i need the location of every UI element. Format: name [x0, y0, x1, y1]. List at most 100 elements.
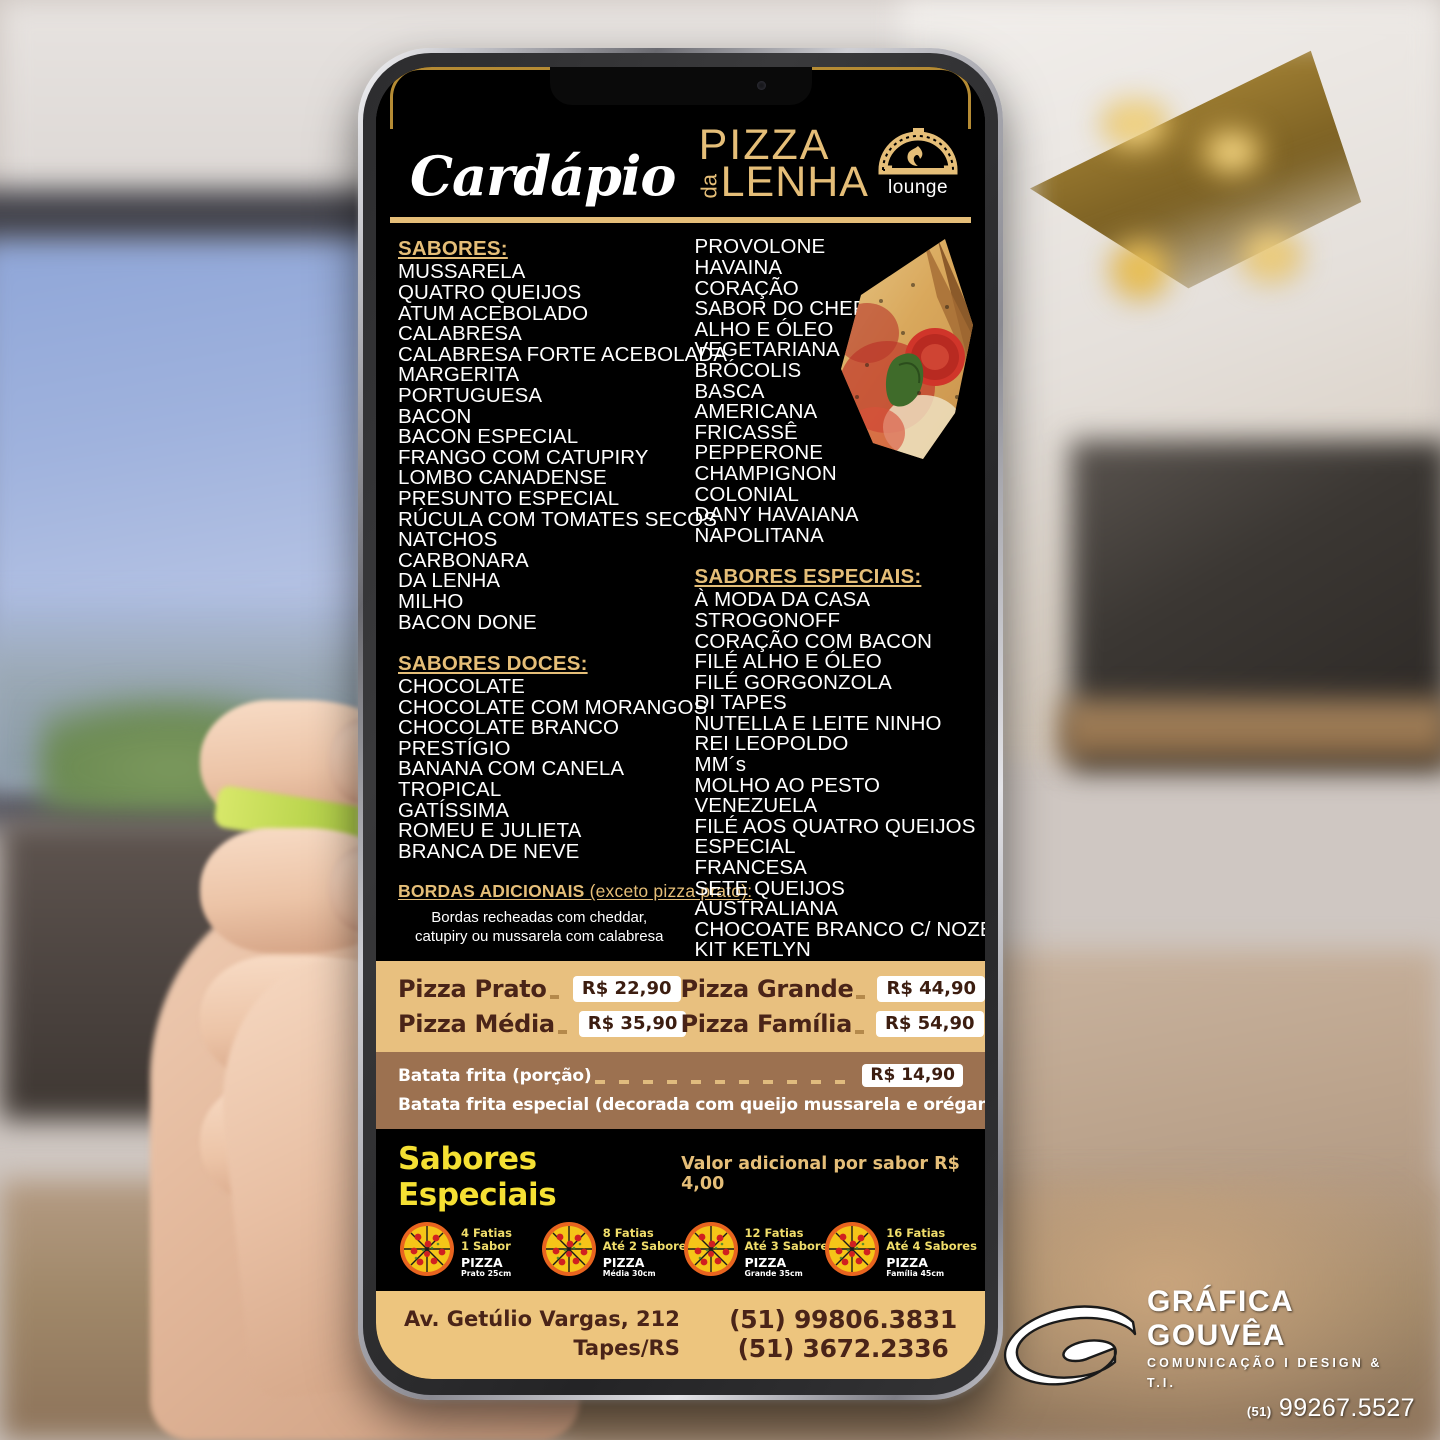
pizza-price-row: Pizza Prato R$ 22,90: [398, 971, 681, 1006]
brand-logo: PIZZA da LENHA lounge: [696, 123, 959, 203]
pizza-menu: Cardápio PIZZA da LENHA lounge SABORES: …: [376, 67, 985, 1379]
phone-2[interactable]: (51) 3672.2336: [738, 1334, 949, 1363]
special-flavor-item: FILÉ AOS QUATRO QUEIJOS: [694, 814, 976, 838]
pizza-size-slices: 16 Fatias: [886, 1226, 946, 1240]
flavor-list-right: PROVOLONE HAVAINA CORAÇÃO SABOR DO CHEFF ALH…: [695, 237, 964, 546]
address-line-2: Tapes/RS: [573, 1336, 680, 1360]
phone-screen[interactable]: Cardápio PIZZA da LENHA lounge SABORES: …: [376, 67, 985, 1379]
section-title-bordas: BORDAS ADICIONAIS (exceto pizza prato):: [398, 881, 752, 902]
special-flavor-item: KIT KETLYN: [694, 938, 811, 962]
pizza-size-list: 4 Fatias 1 Sabor PIZZA Prato 25cm 8 Fatias A…: [398, 1220, 977, 1283]
pizza-icon: [823, 1220, 881, 1283]
pizza-size-slices: 12 Fatias: [744, 1226, 804, 1240]
fries-price-name: Batata frita (porção): [398, 1065, 592, 1086]
specials-banner-head: Sabores Especiais Valor adicional por sa…: [398, 1141, 965, 1213]
pizza-size-label: PIZZA: [744, 1255, 787, 1271]
flavor-columns: SABORES: MUSSARELA QUATRO QUEIJOS ATUM ACE…: [376, 223, 985, 961]
pizza-size-dimension: Grande 35cm: [744, 1269, 803, 1279]
flavor-item: MARGERITA: [398, 363, 520, 387]
pizza-price-col-right: Pizza Grande R$ 44,90 Pizza Família R$ 54,9…: [681, 971, 985, 1041]
fries-price-row: Batata frita (porção) R$ 14,90: [398, 1061, 963, 1090]
flavor-item: HAVAINA: [694, 256, 783, 279]
pizza-price-band: Pizza Prato R$ 22,90 Pizza Média R$ 35,90 P…: [376, 961, 985, 1052]
address-line-1: Av. Getúlio Vargas, 212: [404, 1307, 680, 1331]
special-flavor-item: VENEZUELA: [694, 794, 818, 818]
pizza-icon: [682, 1220, 740, 1283]
gouvea-phone-prefix: (51): [1246, 1404, 1272, 1419]
flavor-item: PRESUNTO ESPECIAL: [398, 486, 620, 510]
logo-lounge-word: lounge: [887, 176, 949, 198]
pizza-size-text: 12 Fatias Até 3 Sabores PIZZA Grande 35cm: [745, 1220, 836, 1278]
flavor-item: QUATRO QUEIJOS: [398, 281, 582, 304]
footer-address: Av. Getúlio Vargas, 212 Tapes/RS: [404, 1305, 680, 1363]
flavor-item: CALABRESA: [398, 322, 522, 346]
flavor-item: ALHO E ÓLEO: [694, 317, 834, 341]
pizza-price-value: R$ 44,90: [877, 975, 985, 1002]
bordas-description: Bordas recheadas com cheddar, catupiry o…: [398, 903, 675, 946]
bordas-line1: Bordas recheadas com cheddar,: [431, 909, 648, 927]
flavor-item: PORTUGUESA: [398, 383, 543, 407]
flavor-list-left: MUSSARELA QUATRO QUEIJOS ATUM ACEBOLADO CAL…: [398, 260, 727, 633]
pizza-size-flavors: Até 4 Sabores: [886, 1238, 977, 1253]
fries-price-band: Batata frita (porção) R$ 14,90 Batata frit…: [376, 1052, 985, 1129]
logo-text: PIZZA da LENHA: [696, 123, 869, 203]
section-title-sabores-especiais: SABORES ESPECIAIS:: [694, 565, 922, 589]
sweet-flavor-item: PRESTÍGIO: [398, 736, 511, 760]
special-flavor-item: MOLHO AO PESTO: [694, 773, 881, 797]
pizza-size-text: 4 Fatias 1 Sabor PIZZA Prato 25cm: [461, 1220, 512, 1278]
phone-body: Cardápio PIZZA da LENHA lounge SABORES: …: [363, 53, 998, 1395]
flavor-item: BACON ESPECIAL: [398, 425, 579, 449]
gouvea-tagline: COMUNICAÇÃO I DESIGN & T.I.: [1147, 1356, 1383, 1390]
flavor-item: FRANGO COM CATUPIRY: [398, 445, 649, 469]
section-title-sabores-doces: SABORES DOCES:: [398, 652, 588, 676]
leader-dots: [856, 995, 871, 999]
special-flavor-item: MM´s: [694, 753, 747, 777]
special-flavor-item: NUTELLA E LEITE NINHO: [694, 711, 942, 735]
menu-footer: Av. Getúlio Vargas, 212 Tapes/RS (51) 99…: [376, 1291, 985, 1379]
fries-price-name: Batata frita especial (decorada com quei…: [398, 1094, 985, 1115]
page-title: Cardápio: [410, 143, 676, 208]
wood-oven-icon: lounge: [877, 127, 959, 201]
fries-price-row: Batata frita especial (decorada com quei…: [398, 1090, 985, 1119]
pizza-size-label: PIZZA: [602, 1255, 645, 1271]
flavor-item: BACON: [398, 404, 472, 428]
flavor-item: BRÓCOLIS: [694, 358, 802, 382]
pizza-size-item: 8 Fatias Até 2 Sabores PIZZA Média 30cm: [540, 1220, 693, 1283]
footer-phones[interactable]: (51) 99806.3831 (51) 3672.2336: [729, 1305, 957, 1363]
sweet-flavor-item: CHOCOLATE BRANCO: [398, 716, 620, 740]
pizza-price-value: R$ 22,90: [572, 975, 681, 1002]
flavor-item: BASCA: [694, 379, 765, 403]
smartphone: Cardápio PIZZA da LENHA lounge SABORES: …: [358, 48, 1003, 1400]
flavor-item: PROVOLONE: [694, 235, 826, 259]
specials-banner-title: Sabores Especiais: [398, 1141, 557, 1213]
flavor-item: NAPOLITANA: [694, 523, 824, 547]
pizza-price-name: Pizza Média: [398, 1009, 555, 1038]
flavor-item: MILHO: [398, 589, 464, 613]
specials-banner: Sabores Especiais Valor adicional por sa…: [376, 1129, 985, 1291]
pizza-size-item: 16 Fatias Até 4 Sabores PIZZA Família 45cm: [823, 1220, 977, 1283]
special-flavor-item: CHOCOATE BRANCO C/ NOZES: [694, 917, 986, 941]
leader-dots: [595, 1080, 856, 1084]
pizza-icon: [398, 1220, 456, 1283]
sweet-flavor-item: TROPICAL: [398, 778, 502, 802]
bordas-main: BORDAS ADICIONAIS: [398, 881, 585, 902]
pizza-price-row: Pizza Família R$ 54,90: [681, 1006, 984, 1041]
pizza-size-slices: 8 Fatias: [602, 1226, 654, 1240]
flavor-item: MUSSARELA: [398, 260, 526, 284]
special-flavor-item: FILÉ GORGONZOLA: [694, 670, 892, 694]
special-flavor-item: CORAÇÃO COM BACON: [694, 629, 932, 653]
pizza-size-label: PIZZA: [461, 1255, 503, 1271]
gouvea-g-logo-icon: [995, 1300, 1145, 1410]
gouvea-name: GRÁFICA GOUVÊA: [1147, 1285, 1294, 1352]
flavor-item: DA LENHA: [398, 569, 501, 593]
special-flavor-item: FILÉ ALHO E ÓLEO: [694, 650, 882, 674]
phone-1[interactable]: (51) 99806.3831: [729, 1305, 957, 1334]
logo-second-row: da LENHA: [696, 160, 869, 203]
pizza-size-flavors: Até 2 Sabores: [602, 1238, 694, 1253]
sweet-flavor-item: CHOCOLATE: [398, 675, 525, 699]
special-flavor-item: ESPECIAL: [694, 835, 796, 859]
special-flavor-item: FRANCESA: [694, 856, 807, 880]
special-flavor-list: À MODA DA CASA STROGONOFF CORAÇÃO COM BACO…: [694, 588, 986, 962]
special-flavor-item: À MODA DA CASA: [694, 588, 871, 612]
